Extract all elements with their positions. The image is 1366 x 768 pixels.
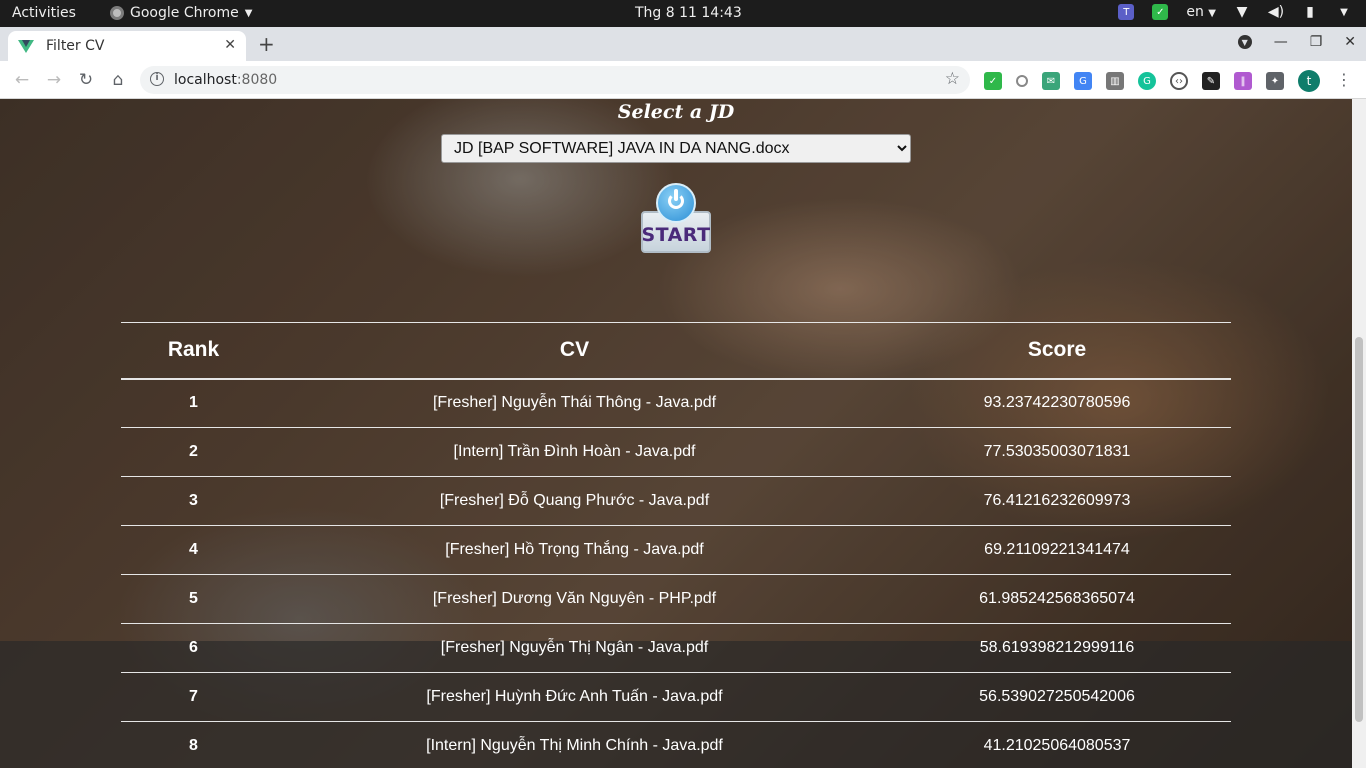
mail-extension-icon[interactable]: ✉ <box>1042 72 1060 90</box>
system-top-bar: Activities Google Chrome ▼ Thg 8 11 14:4… <box>0 0 1366 27</box>
header-score: Score <box>883 322 1231 380</box>
back-icon[interactable]: ← <box>10 68 34 92</box>
wifi-icon[interactable]: ▼ <box>1234 4 1250 20</box>
browser-toolbar: ← → ↻ ⌂ i localhost:8080 ☆ ✓ ✉ G ▥ G ‹› … <box>0 61 1366 99</box>
chevron-down-icon: ▼ <box>244 7 253 19</box>
grammarly-tray-icon[interactable]: ✓ <box>1152 4 1169 20</box>
header-cv: CV <box>266 322 883 380</box>
score-cell: 56.539027250542006 <box>883 672 1231 722</box>
score-cell: 69.21109221341474 <box>883 525 1231 575</box>
address-bar[interactable]: i localhost:8080 ☆ <box>140 66 970 94</box>
jd-select[interactable]: JD [BAP SOFTWARE] JAVA IN DA NANG.docx <box>441 134 911 163</box>
cv-cell: [Intern] Nguyễn Thị Minh Chính - Java.pd… <box>266 721 883 768</box>
rank-cell: 5 <box>121 574 266 624</box>
close-window-icon[interactable]: ✕ <box>1344 34 1356 50</box>
reload-icon[interactable]: ↻ <box>74 68 98 92</box>
restore-icon[interactable]: ❐ <box>1310 34 1323 50</box>
system-tray: T ✓ en ▼ ▼ ◀) ▮ ▼ <box>1118 4 1352 20</box>
chrome-icon <box>110 6 124 20</box>
scrollbar-thumb[interactable] <box>1355 337 1363 722</box>
cv-cell: [Fresher] Nguyễn Thị Ngân - Java.pdf <box>266 623 883 673</box>
volume-icon[interactable]: ◀) <box>1268 4 1284 20</box>
new-tab-button[interactable]: + <box>258 32 275 56</box>
cv-cell: [Fresher] Nguyễn Thái Thông - Java.pdf <box>266 378 883 428</box>
cv-cell: [Fresher] Dương Văn Nguyên - PHP.pdf <box>266 574 883 624</box>
profile-avatar[interactable]: t <box>1298 70 1320 92</box>
table-row: 8 [Intern] Nguyễn Thị Minh Chính - Java.… <box>121 721 1231 768</box>
rank-cell: 4 <box>121 525 266 575</box>
rank-cell: 1 <box>121 378 266 428</box>
library-extension-icon[interactable]: ‖ <box>1234 72 1252 90</box>
url-host: localhost <box>174 72 237 88</box>
table-row: 3 [Fresher] Đỗ Quang Phước - Java.pdf 76… <box>121 476 1231 526</box>
page-scrollbar[interactable] <box>1352 99 1366 768</box>
code-extension-icon[interactable]: ‹› <box>1170 72 1188 90</box>
table-row: 2 [Intern] Trần Đình Hoàn - Java.pdf 77.… <box>121 427 1231 477</box>
table-row: 1 [Fresher] Nguyễn Thái Thông - Java.pdf… <box>121 378 1231 428</box>
bookmark-star-icon[interactable]: ☆ <box>945 69 960 89</box>
table-row: 4 [Fresher] Hồ Trọng Thắng - Java.pdf 69… <box>121 525 1231 575</box>
power-icon <box>656 183 696 223</box>
puzzle-extensions-icon[interactable]: ✦ <box>1266 72 1284 90</box>
window-controls: ▼ — ❐ ✕ <box>1237 34 1356 50</box>
rank-cell: 8 <box>121 721 266 768</box>
page-viewport: Select a JD JD [BAP SOFTWARE] JAVA IN DA… <box>0 99 1366 768</box>
chrome-menu-icon[interactable]: ⋮ <box>1336 70 1352 89</box>
extensions-bar: ✓ ✉ G ▥ G ‹› ✎ ‖ ✦ t <box>984 70 1320 92</box>
barcode-extension-icon[interactable]: ▥ <box>1106 72 1124 90</box>
tab-filter-cv[interactable]: Filter CV ✕ <box>8 31 246 61</box>
cv-cell: [Fresher] Hồ Trọng Thắng - Java.pdf <box>266 525 883 575</box>
start-button[interactable]: START <box>641 183 711 255</box>
system-menu-chevron-icon[interactable]: ▼ <box>1336 4 1352 20</box>
site-info-icon[interactable]: i <box>150 72 164 86</box>
language-label: en <box>1186 4 1204 20</box>
tab-title: Filter CV <box>46 38 105 54</box>
circle-extension-icon[interactable] <box>1016 75 1028 87</box>
score-cell: 76.41216232609973 <box>883 476 1231 526</box>
cv-cell: [Intern] Trần Đình Hoàn - Java.pdf <box>266 427 883 477</box>
app-menu[interactable]: Google Chrome ▼ <box>110 5 252 21</box>
clock[interactable]: Thg 8 11 14:43 <box>635 5 742 21</box>
forward-icon[interactable]: → <box>42 68 66 92</box>
rank-cell: 3 <box>121 476 266 526</box>
cv-cell: [Fresher] Huỳnh Đức Anh Tuấn - Java.pdf <box>266 672 883 722</box>
score-cell: 58.619398212999116 <box>883 623 1231 673</box>
tab-search-icon[interactable]: ▼ <box>1237 35 1252 49</box>
score-cell: 41.21025064080537 <box>883 721 1231 768</box>
shield-extension-icon[interactable]: ✓ <box>984 72 1002 90</box>
table-header-row: Rank CV Score <box>121 322 1231 380</box>
select-jd-title: Select a JD <box>617 101 735 123</box>
ranking-table: Rank CV Score 1 [Fresher] Nguyễn Thái Th… <box>121 322 1231 768</box>
score-cell: 77.53035003071831 <box>883 427 1231 477</box>
teams-icon[interactable]: T <box>1118 4 1135 20</box>
score-cell: 61.985242568365074 <box>883 574 1231 624</box>
close-tab-icon[interactable]: ✕ <box>224 37 236 53</box>
table-row: 5 [Fresher] Dương Văn Nguyên - PHP.pdf 6… <box>121 574 1231 624</box>
chevron-down-icon: ▼ <box>1208 8 1216 19</box>
battery-icon[interactable]: ▮ <box>1302 4 1318 20</box>
header-rank: Rank <box>121 322 266 380</box>
activities-button[interactable]: Activities <box>12 5 76 21</box>
vue-logo-icon <box>18 39 34 53</box>
tool-extension-icon[interactable]: ✎ <box>1202 72 1220 90</box>
start-label: START <box>641 224 711 246</box>
translate-extension-icon[interactable]: G <box>1074 72 1092 90</box>
table-row: 7 [Fresher] Huỳnh Đức Anh Tuấn - Java.pd… <box>121 672 1231 722</box>
url-text[interactable]: localhost:8080 <box>174 72 277 88</box>
language-indicator[interactable]: en ▼ <box>1186 4 1216 20</box>
score-cell: 93.23742230780596 <box>883 378 1231 428</box>
rank-cell: 7 <box>121 672 266 722</box>
grammarly-extension-icon[interactable]: G <box>1138 72 1156 90</box>
minimize-icon[interactable]: — <box>1274 34 1288 50</box>
app-menu-label: Google Chrome <box>130 5 239 21</box>
rank-cell: 2 <box>121 427 266 477</box>
tab-strip: Filter CV ✕ + ▼ — ❐ ✕ <box>0 27 1366 61</box>
rank-cell: 6 <box>121 623 266 673</box>
home-icon[interactable]: ⌂ <box>106 68 130 92</box>
table-row: 6 [Fresher] Nguyễn Thị Ngân - Java.pdf 5… <box>121 623 1231 673</box>
url-port: :8080 <box>236 72 278 88</box>
cv-cell: [Fresher] Đỗ Quang Phước - Java.pdf <box>266 476 883 526</box>
